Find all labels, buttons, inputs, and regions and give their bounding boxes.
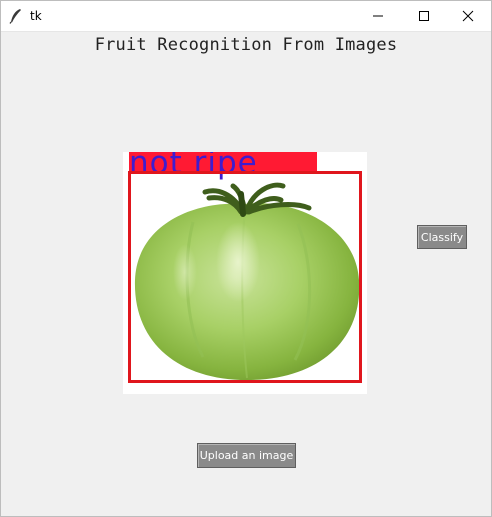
- page-title: Fruit Recognition From Images: [94, 35, 398, 55]
- maximize-button[interactable]: [401, 1, 447, 31]
- minimize-button[interactable]: [355, 1, 401, 31]
- minimize-icon: [372, 10, 384, 22]
- close-icon: [462, 10, 474, 22]
- detection-bounding-box: [128, 171, 362, 383]
- title-bar[interactable]: tk: [1, 1, 491, 32]
- upload-image-button[interactable]: Upload an image: [197, 443, 296, 468]
- close-button[interactable]: [445, 1, 491, 31]
- classified-image: not ripe: [123, 152, 367, 394]
- window-title: tk: [30, 9, 42, 23]
- feather-icon: [9, 8, 23, 24]
- app-window: tk Fruit Recognition From Images not rip…: [0, 0, 492, 517]
- classify-button[interactable]: Classify: [417, 225, 467, 249]
- maximize-icon: [418, 10, 430, 22]
